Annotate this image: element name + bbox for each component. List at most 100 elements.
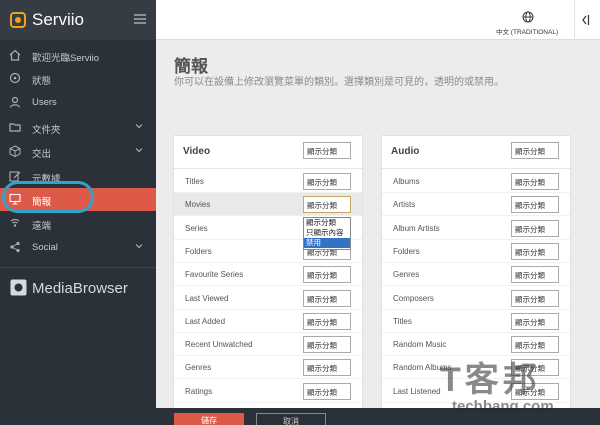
sidebar-item-label: 遠端	[32, 221, 52, 232]
gauge-icon	[9, 72, 21, 84]
category-dropdown[interactable]: 顯示分類 只顯示內容 禁用	[303, 217, 351, 250]
category-visibility-select[interactable]: 顯示分類	[511, 266, 559, 284]
topbar-divider	[574, 0, 575, 40]
chevron-down-icon	[135, 244, 143, 249]
sidebar-item-label: 狀態	[32, 76, 52, 87]
panel-title: Video	[183, 146, 211, 157]
sidebar-item-label: 文件夾	[32, 125, 61, 136]
category-label: Artists	[393, 200, 416, 210]
panel-divider	[382, 168, 570, 169]
save-button[interactable]: 儲存	[174, 413, 244, 425]
sidebar-item-label: Social	[32, 242, 58, 253]
highlight-ring	[2, 181, 94, 213]
dropdown-option[interactable]: 顯示分類	[304, 218, 350, 228]
serviio-logo-icon	[10, 12, 26, 28]
cancel-button[interactable]: 取消	[256, 413, 326, 425]
table-row: Last Viewed 顯示分類	[174, 287, 362, 310]
table-row: Titles 顯示分類	[382, 310, 570, 333]
category-label: Composers	[393, 293, 434, 303]
home-icon	[9, 49, 21, 61]
share-icon	[10, 241, 20, 253]
category-label: Ratings	[185, 386, 213, 396]
category-visibility-select[interactable]: 顯示分類	[511, 173, 559, 190]
category-label: Last Viewed	[185, 293, 229, 303]
chevron-down-icon	[135, 148, 143, 153]
folder-icon	[9, 123, 21, 132]
remote-icon	[10, 218, 20, 227]
category-label: Genres	[185, 363, 212, 373]
app-title: Serviio	[32, 10, 84, 29]
category-label: Folders	[185, 246, 212, 256]
watermark-text: techbang.com	[452, 398, 554, 415]
table-row: Last Added 顯示分類	[174, 310, 362, 333]
category-visibility-select[interactable]: 顯示分類	[511, 336, 559, 354]
category-label: Albums	[393, 177, 420, 186]
category-visibility-select[interactable]: 顯示分類	[303, 289, 351, 307]
table-row: Genres 顯示分類	[382, 263, 570, 287]
category-label: Folders	[393, 246, 420, 256]
category-visibility-select[interactable]: 顯示分類	[303, 312, 351, 330]
category-label: Genres	[393, 270, 420, 280]
category-label: Movies	[185, 200, 211, 210]
sidebar-item-label: 歡迎光臨Serviio	[32, 53, 100, 64]
top-bar: 中文 (TRADITIONAL)	[156, 0, 600, 40]
category-label: Album Artists	[393, 223, 440, 233]
category-visibility-select[interactable]: 顯示分類	[511, 242, 559, 260]
watermark-logo: T客邦	[440, 361, 541, 399]
category-visibility-select[interactable]: 顯示分類	[511, 312, 559, 330]
table-row: Composers 顯示分類	[382, 287, 570, 310]
box-icon	[9, 145, 21, 157]
table-row: Movies 顯示分類	[174, 193, 362, 217]
sidebar-item-status[interactable]: 狀態	[0, 67, 156, 90]
category-visibility-select[interactable]: 顯示分類	[511, 289, 559, 307]
sidebar-item-remote[interactable]: 遠端	[0, 212, 156, 235]
brand-header: Serviio	[0, 0, 156, 40]
table-row: Album Artists 顯示分類	[382, 217, 570, 240]
category-label: Favourite Series	[185, 270, 244, 280]
sidebar-item-social[interactable]: Social	[0, 236, 156, 259]
page-subtitle: 你可以在設備上修改瀏覽菜單的類別。選擇類別是可見的，透明的或禁用。	[174, 77, 504, 88]
table-row: Albums 顯示分類	[382, 170, 570, 193]
table-row: Folders 顯示分類	[382, 240, 570, 263]
table-row: Ratings 顯示分類	[174, 380, 362, 403]
menu-toggle-icon[interactable]	[134, 14, 146, 25]
category-visibility-select[interactable]: 顯示分類	[511, 196, 559, 214]
sidebar-item-users[interactable]: Users	[0, 91, 156, 114]
audio-all-select[interactable]: 顯示分類	[511, 142, 559, 159]
category-label: Titles	[185, 177, 204, 186]
category-visibility-select[interactable]: 顯示分類	[303, 359, 351, 377]
sidebar-item-label: 交出	[32, 149, 52, 160]
dropdown-option[interactable]: 只顯示內容	[304, 228, 350, 238]
category-label: Last Added	[185, 316, 226, 326]
category-visibility-select[interactable]: 顯示分類	[303, 336, 351, 354]
table-row: Artists 顯示分類	[382, 193, 570, 217]
globe-icon[interactable]	[522, 11, 534, 23]
category-visibility-select[interactable]: 顯示分類	[303, 382, 351, 400]
category-visibility-select[interactable]: 顯示分類	[303, 196, 351, 214]
sidebar-item-delivery[interactable]: 交出	[0, 140, 156, 163]
table-row: Genres 顯示分類	[174, 356, 362, 380]
panel-divider	[174, 168, 362, 169]
language-selector[interactable]: 中文 (TRADITIONAL)	[496, 26, 558, 36]
dropdown-option-highlighted[interactable]: 禁用	[304, 238, 350, 248]
watermark: T客邦 techbang.com	[432, 352, 592, 422]
sidebar-item-welcome[interactable]: 歡迎光臨Serviio	[0, 44, 156, 67]
category-label: Recent Unwatched	[185, 340, 253, 350]
video-all-select[interactable]: 顯示分類	[303, 142, 351, 159]
collapse-panel-icon[interactable]	[580, 14, 590, 26]
category-label: Random Music	[393, 340, 447, 350]
user-icon	[9, 96, 21, 108]
video-panel: Video 顯示分類 Titles 顯示分類 Movies 顯示分類 Series 顯示分…	[173, 135, 363, 425]
sidebar-item-label: Users	[32, 97, 57, 108]
table-row: Titles 顯示分類	[174, 170, 362, 193]
sidebar-divider	[0, 267, 156, 268]
mediabrowser-logo-icon	[10, 279, 27, 296]
category-visibility-select[interactable]: 顯示分類	[303, 266, 351, 284]
mediabrowser-brand[interactable]: MediaBrowser	[32, 280, 128, 297]
chevron-down-icon	[135, 124, 143, 129]
category-label: Titles	[393, 316, 412, 326]
category-visibility-select[interactable]: 顯示分類	[511, 219, 559, 237]
table-row: Favourite Series 顯示分類	[174, 263, 362, 287]
category-visibility-select[interactable]: 顯示分類	[303, 173, 351, 190]
sidebar-item-folders[interactable]: 文件夾	[0, 116, 156, 139]
